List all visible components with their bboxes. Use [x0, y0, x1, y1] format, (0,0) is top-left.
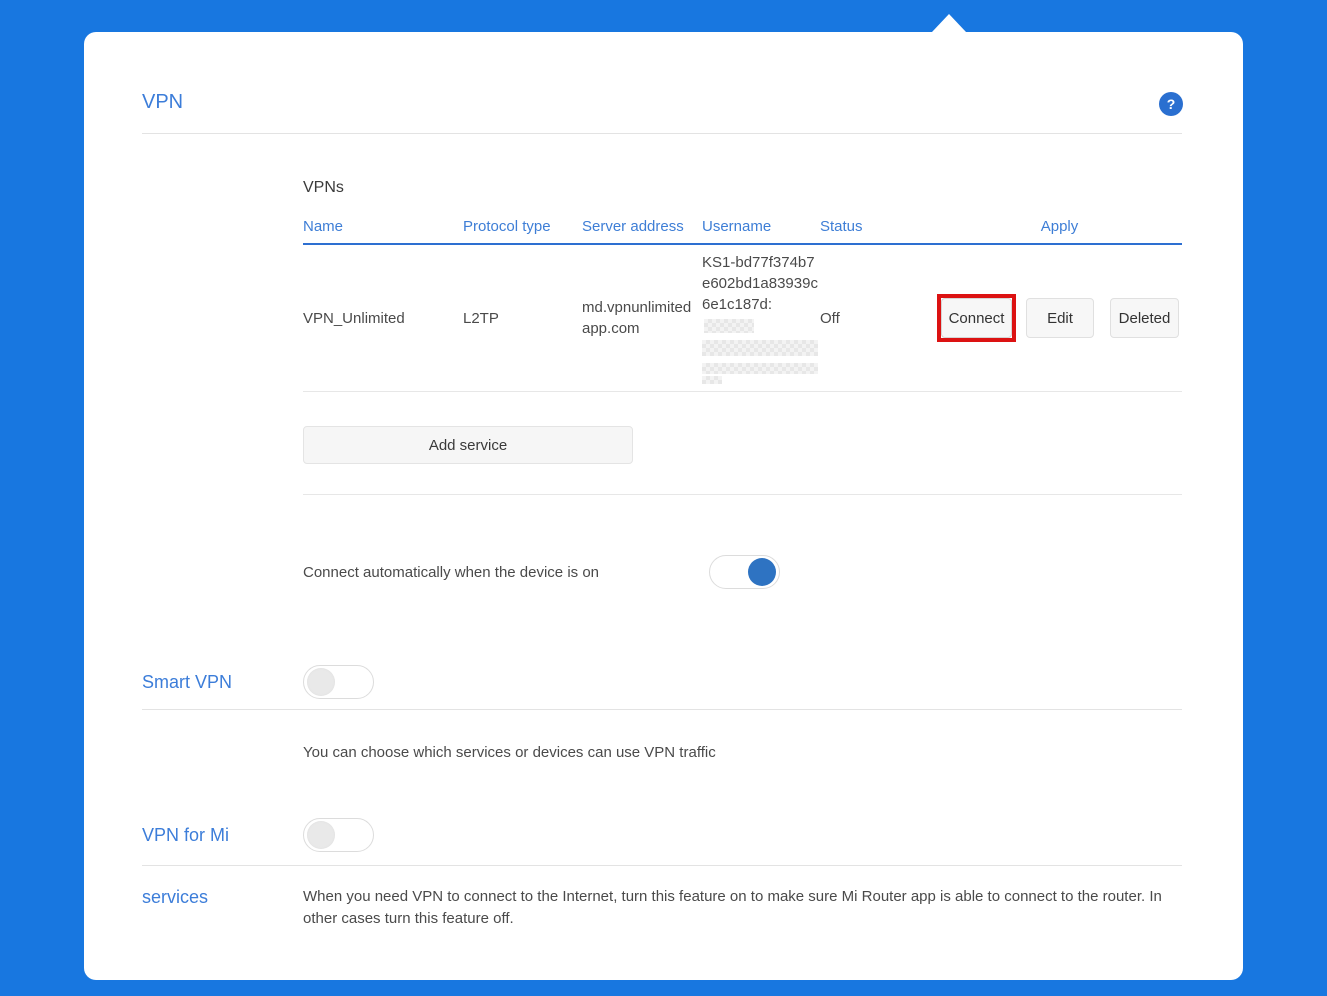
username-line-text: 6e1c187d:	[702, 296, 772, 313]
vpn-for-mi-row: VPN for Mi	[84, 818, 1243, 852]
server-line: md.vpnunlimited	[582, 297, 702, 318]
column-header-name: Name	[303, 218, 463, 235]
vpn-for-mi-toggle[interactable]	[303, 818, 374, 852]
smart-vpn-divider	[142, 709, 1182, 710]
vpn-for-mi-divider	[142, 865, 1182, 866]
apply-actions-cell: Connect Edit Deleted	[937, 294, 1182, 342]
card-header: VPN ?	[84, 32, 1243, 133]
table-row: VPN_Unlimited L2TP md.vpnunlimited app.c…	[303, 245, 1182, 392]
services-row: services When you need VPN to connect to…	[84, 886, 1243, 930]
vpn-name: VPN_Unlimited	[303, 310, 463, 327]
column-header-username: Username	[702, 218, 820, 235]
smart-vpn-row: Smart VPN	[84, 665, 1243, 699]
services-label: services	[84, 886, 303, 930]
vpn-for-mi-label: VPN for Mi	[84, 824, 303, 846]
username-line: e602bd1a83939c	[702, 273, 820, 294]
toggle-knob	[748, 558, 776, 586]
redacted-username-bar	[702, 363, 818, 374]
add-service-button[interactable]: Add service	[303, 426, 633, 464]
column-header-apply: Apply	[937, 218, 1182, 235]
smart-vpn-description: You can choose which services or devices…	[303, 742, 1182, 764]
redacted-username-fragment	[704, 319, 754, 333]
column-header-server: Server address	[582, 218, 702, 235]
vpn-protocol: L2TP	[463, 310, 582, 327]
auto-connect-label: Connect automatically when the device is…	[303, 564, 599, 581]
vpns-section-title: VPNs	[303, 179, 1182, 197]
username-line: 6e1c187d:	[702, 294, 820, 336]
add-service-section: Add service	[303, 392, 1182, 495]
smart-vpn-label: Smart VPN	[84, 671, 303, 693]
auto-connect-toggle[interactable]	[709, 555, 780, 589]
vpn-table: Name Protocol type Server address Userna…	[303, 218, 1182, 392]
vpn-table-header: Name Protocol type Server address Userna…	[303, 218, 1182, 245]
username-line: KS1-bd77f374b7	[702, 252, 820, 273]
vpn-status: Off	[820, 310, 937, 327]
smart-vpn-toggle[interactable]	[303, 665, 374, 699]
redacted-username-stub	[702, 376, 722, 384]
column-header-status: Status	[820, 218, 937, 235]
services-description: When you need VPN to connect to the Inte…	[303, 886, 1243, 930]
connect-highlight-annotation: Connect	[937, 294, 1016, 342]
help-icon[interactable]: ?	[1159, 92, 1183, 116]
vpn-server-address: md.vpnunlimited app.com	[582, 297, 702, 339]
connect-button[interactable]: Connect	[941, 298, 1012, 338]
column-header-protocol: Protocol type	[463, 218, 582, 235]
vpn-settings-card: VPN ? VPNs Name Protocol type Server add…	[84, 32, 1243, 980]
auto-connect-row: Connect automatically when the device is…	[303, 555, 1182, 589]
header-divider	[142, 133, 1182, 134]
edit-button[interactable]: Edit	[1026, 298, 1094, 338]
redacted-username-bar	[702, 340, 818, 356]
vpn-username: KS1-bd77f374b7 e602bd1a83939c 6e1c187d:	[702, 252, 820, 384]
toggle-knob	[307, 668, 335, 696]
delete-button[interactable]: Deleted	[1110, 298, 1179, 338]
card-notch	[932, 14, 966, 32]
server-line: app.com	[582, 318, 702, 339]
toggle-knob	[307, 821, 335, 849]
page-title: VPN	[142, 90, 183, 114]
